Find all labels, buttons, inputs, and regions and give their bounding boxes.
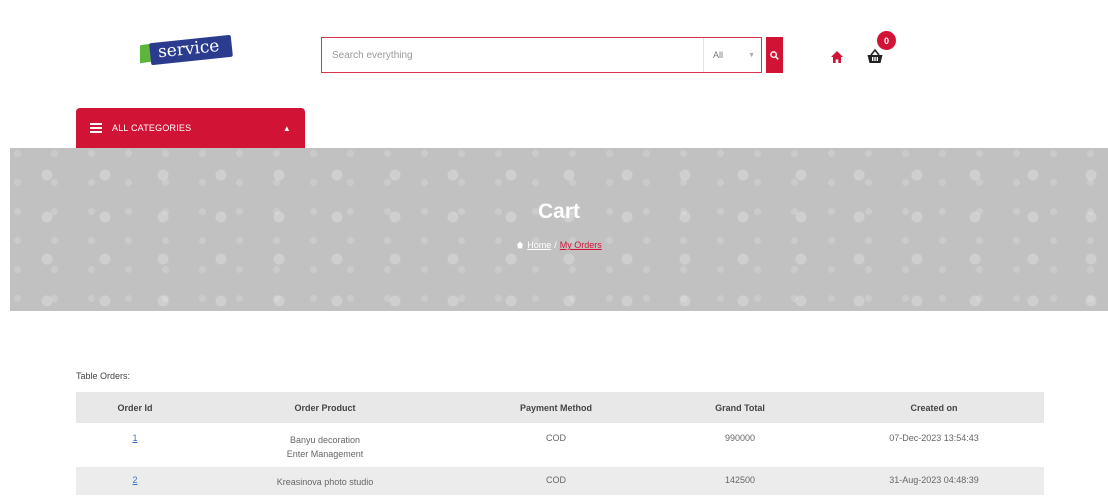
all-categories-label: ALL CATEGORIES bbox=[112, 123, 192, 133]
all-categories-button[interactable]: ALL CATEGORIES ▲ bbox=[76, 108, 305, 148]
column-header-created-on: Created on bbox=[824, 392, 1044, 423]
table-row: 1 Banyu decoration Enter Management COD … bbox=[76, 423, 1044, 467]
order-id-cell: 2 bbox=[76, 467, 194, 495]
breadcrumb-current-link[interactable]: My Orders bbox=[560, 240, 602, 250]
breadcrumb-separator: / bbox=[554, 240, 557, 250]
hamburger-icon bbox=[90, 121, 102, 135]
table-header-row: Order Id Order Product Payment Method Gr… bbox=[76, 392, 1044, 423]
column-header-grand-total: Grand Total bbox=[656, 392, 824, 423]
search-icon bbox=[770, 50, 779, 60]
logo-text: service bbox=[149, 34, 233, 66]
column-header-payment-method: Payment Method bbox=[456, 392, 656, 423]
breadcrumb-home-label: Home bbox=[527, 240, 552, 250]
page-title: Cart bbox=[537, 200, 580, 223]
site-logo[interactable]: service bbox=[136, 34, 233, 66]
grand-total-cell: 990000 bbox=[656, 423, 824, 467]
search-button[interactable] bbox=[766, 37, 783, 73]
shopping-basket-icon[interactable] bbox=[866, 47, 884, 65]
search-bar: All ▼ bbox=[321, 37, 762, 73]
order-id-link[interactable]: 1 bbox=[132, 433, 137, 443]
home-icon bbox=[516, 241, 524, 249]
order-product-name: Enter Management bbox=[286, 449, 364, 459]
breadcrumb-home-link[interactable]: Home bbox=[516, 240, 551, 250]
order-product-cell: Kreasinova photo studio bbox=[194, 467, 456, 495]
grand-total-cell: 142500 bbox=[656, 467, 824, 495]
order-id-cell: 1 bbox=[76, 423, 194, 467]
home-icon[interactable] bbox=[830, 50, 844, 64]
breadcrumb: Home / My Orders bbox=[516, 240, 602, 250]
search-category-select[interactable]: All ▼ bbox=[703, 38, 761, 72]
chevron-up-icon: ▲ bbox=[282, 123, 291, 133]
cart-count-badge: 0 bbox=[877, 31, 896, 50]
orders-table-caption: Table Orders: bbox=[76, 371, 131, 381]
order-product-name: Banyu decoration bbox=[289, 435, 361, 445]
table-row: 2 Kreasinova photo studio COD 142500 31-… bbox=[76, 467, 1044, 495]
created-on-cell: 31-Aug-2023 04:48:39 bbox=[824, 467, 1044, 495]
order-product-cell: Banyu decoration Enter Management bbox=[194, 423, 456, 467]
payment-method-cell: COD bbox=[456, 423, 656, 467]
payment-method-cell: COD bbox=[456, 467, 656, 495]
orders-table: Order Id Order Product Payment Method Gr… bbox=[76, 392, 1044, 495]
column-header-order-product: Order Product bbox=[194, 392, 456, 423]
search-input[interactable] bbox=[322, 38, 703, 72]
created-on-cell: 07-Dec-2023 13:54:43 bbox=[824, 423, 1044, 467]
order-product-name: Kreasinova photo studio bbox=[276, 477, 374, 487]
caret-down-icon: ▼ bbox=[748, 51, 755, 59]
search-category-value: All bbox=[713, 50, 724, 60]
page-banner: Cart Home / My Orders bbox=[10, 148, 1108, 311]
order-id-link[interactable]: 2 bbox=[132, 475, 137, 485]
column-header-order-id: Order Id bbox=[76, 392, 194, 423]
